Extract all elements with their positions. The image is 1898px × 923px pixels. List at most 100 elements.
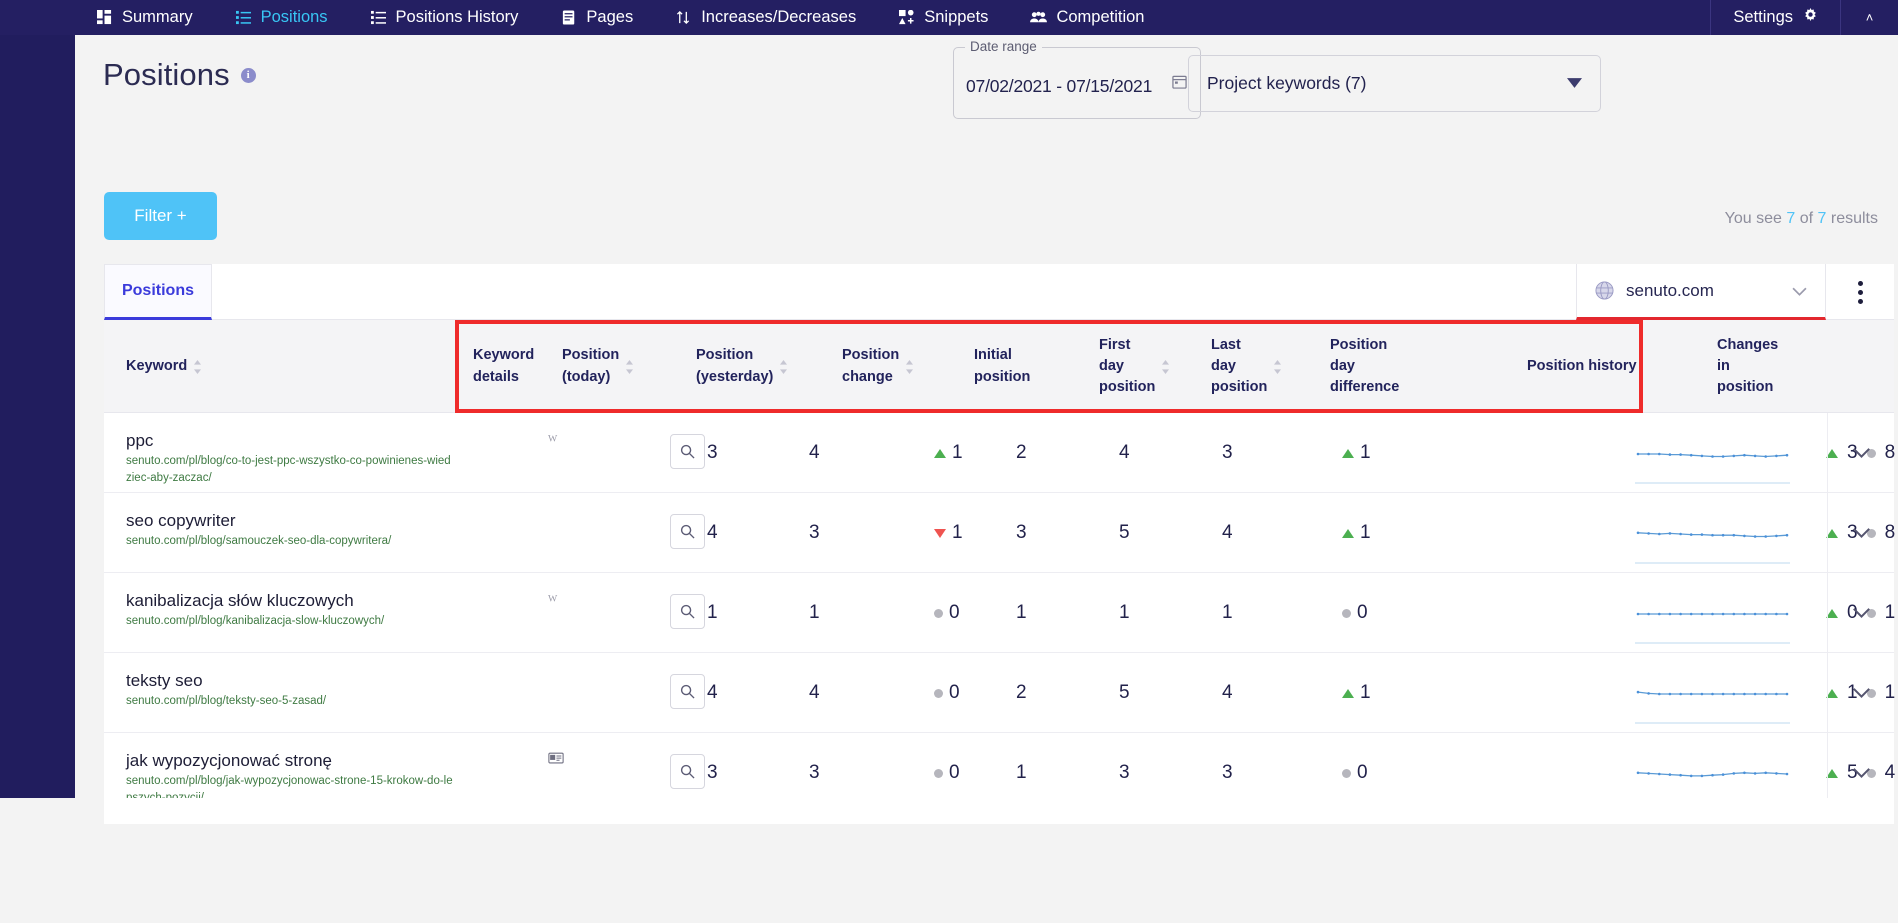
column-header-position-today[interactable]: Position (today) [562,320,654,413]
grid-icon [96,9,113,26]
expand-row-button[interactable] [1827,493,1894,573]
keyword-url[interactable]: senuto.com/pl/blog/co-to-jest-ppc-wszyst… [126,453,456,486]
date-range-label: Date range [965,39,1042,54]
expand-row-button[interactable] [1827,573,1894,653]
table-card-bottom-edge [104,798,1894,824]
filter-button[interactable]: Filter + [104,192,217,240]
nav-right-group: Settings ˄ [1710,0,1898,35]
page-title-group: Positions i [103,57,256,93]
domain-name: senuto.com [1626,280,1714,300]
keyword-details-button[interactable] [670,514,705,549]
expand-row-button[interactable] [1827,413,1894,493]
nav-label: Pages [586,8,634,26]
arrows-updown-icon [675,9,692,26]
table-row[interactable]: seo copywriter senuto.com/pl/blog/samoucz… [104,493,1895,573]
nav-item-increases-decreases[interactable]: Increases/Decreases [654,0,877,35]
page-header: Positions i Date range 07/02/2021 - 07/1… [75,35,1898,160]
nav-item-summary[interactable]: Summary [75,0,214,35]
nav-item-competition[interactable]: Competition [1009,0,1165,35]
results-prefix: You see [1724,210,1782,227]
expand-row-button[interactable] [1827,653,1894,733]
column-label: Position day difference [1330,336,1400,395]
column-header-position-change[interactable]: Position change [842,320,934,413]
keyword-name[interactable]: kanibalizacja słów kluczowych [126,590,456,611]
column-label: Position (today) [562,347,620,385]
info-icon[interactable]: i [240,67,256,83]
table-row[interactable]: kanibalizacja słów kluczowych senuto.com/… [104,573,1895,653]
page-bottom-strip [0,798,1898,923]
nav-item-pages[interactable]: Pages [539,0,654,35]
column-header-first-day-position[interactable]: First day position [1099,320,1179,413]
column-label: Keyword details [473,347,535,385]
chevron-down-icon [1567,76,1582,91]
calendar-icon[interactable] [1172,74,1187,94]
keyword-cell: seo copywriter senuto.com/pl/blog/samoucz… [126,510,456,550]
keyword-name[interactable]: jak wypozycjonować stronę [126,750,456,771]
cell-first-day-position: 1 [1119,602,1130,623]
nav-label: Competition [1056,8,1145,26]
cell-position-change: 1 [934,493,963,573]
sort-icon [193,359,202,375]
keyword-details-button[interactable] [670,754,705,789]
cell-position-day-difference: 1 [1342,493,1371,573]
neutral-dot-icon [1342,768,1351,778]
arrow-up-icon [1342,528,1354,538]
column-label: Position (yesterday) [696,347,774,385]
settings-label: Settings [1733,8,1793,26]
nav-label: Increases/Decreases [701,8,857,26]
column-header-changes-in-position: Changes in position [1717,320,1807,413]
keyword-details-button[interactable] [670,434,705,469]
value: 0 [949,682,960,703]
cell-position-change: 0 [934,653,960,733]
keyword-details-button[interactable] [670,594,705,629]
keyword-name[interactable]: ppc [126,430,456,451]
column-label: Last day position [1211,336,1268,395]
neutral-dot-icon [934,688,943,698]
cell-initial-position: 2 [1016,442,1027,463]
cell-first-day-position: 5 [1119,522,1130,543]
collapse-nav-button[interactable]: ˄ [1840,0,1898,35]
sort-icon [1273,359,1282,375]
keyword-url[interactable]: senuto.com/pl/blog/kanibalizacja-slow-kl… [126,613,456,630]
results-shown: 7 [1786,210,1796,227]
keyword-details-button[interactable] [670,674,705,709]
position-history-sparkline [1632,661,1797,725]
column-header-position-yesterday[interactable]: Position (yesterday) [696,320,800,413]
column-header-keyword[interactable]: Keyword [126,320,276,413]
tab-positions[interactable]: Positions [104,264,212,320]
date-range-field[interactable]: Date range 07/02/2021 - 07/15/2021 [953,39,1201,119]
nav-item-positions[interactable]: Positions [214,0,349,35]
wiki-icon: W [548,432,564,444]
cell-position-today: 4 [707,682,718,703]
keyword-url[interactable]: senuto.com/pl/blog/samouczek-seo-dla-cop… [126,533,456,550]
column-label: Changes in position [1717,336,1779,395]
table-tabs-row: Positions senuto.com [104,264,1894,320]
project-keywords-value: Project keywords (7) [1207,73,1367,93]
value: 0 [1357,762,1368,783]
keyword-name[interactable]: seo copywriter [126,510,456,531]
keyword-url[interactable]: senuto.com/pl/blog/teksty-seo-5-zasad/ [126,693,456,710]
table-row[interactable]: teksty seo senuto.com/pl/blog/teksty-seo-… [104,653,1895,733]
nav-item-positions-history[interactable]: Positions History [349,0,540,35]
table-row[interactable]: ppc senuto.com/pl/blog/co-to-jest-ppc-wsz… [104,413,1895,493]
cell-last-day-position: 3 [1222,442,1233,463]
column-header-last-day-position[interactable]: Last day position [1211,320,1291,413]
nav-label: Positions History [395,8,519,26]
column-header-initial-position: Initial position [974,320,1066,413]
keyword-name[interactable]: teksty seo [126,670,456,691]
column-label: Keyword [126,357,188,374]
chevron-down-icon [1852,448,1870,458]
sort-icon [905,359,914,375]
nav-item-snippets[interactable]: Snippets [877,0,1009,35]
globe-icon [1595,281,1614,300]
domain-selector[interactable]: senuto.com [1576,264,1826,320]
kebab-dot [1857,298,1863,304]
chevron-up-icon: ˄ [1865,10,1874,25]
cell-position-today: 3 [707,442,718,463]
settings-button[interactable]: Settings [1710,0,1840,35]
column-label: First day position [1099,336,1156,395]
project-keywords-select[interactable]: Project keywords (7) [1188,55,1601,112]
results-count: You see 7 of 7 results [1725,210,1878,228]
table-options-button[interactable] [1826,264,1894,320]
value: 1 [1360,442,1371,463]
